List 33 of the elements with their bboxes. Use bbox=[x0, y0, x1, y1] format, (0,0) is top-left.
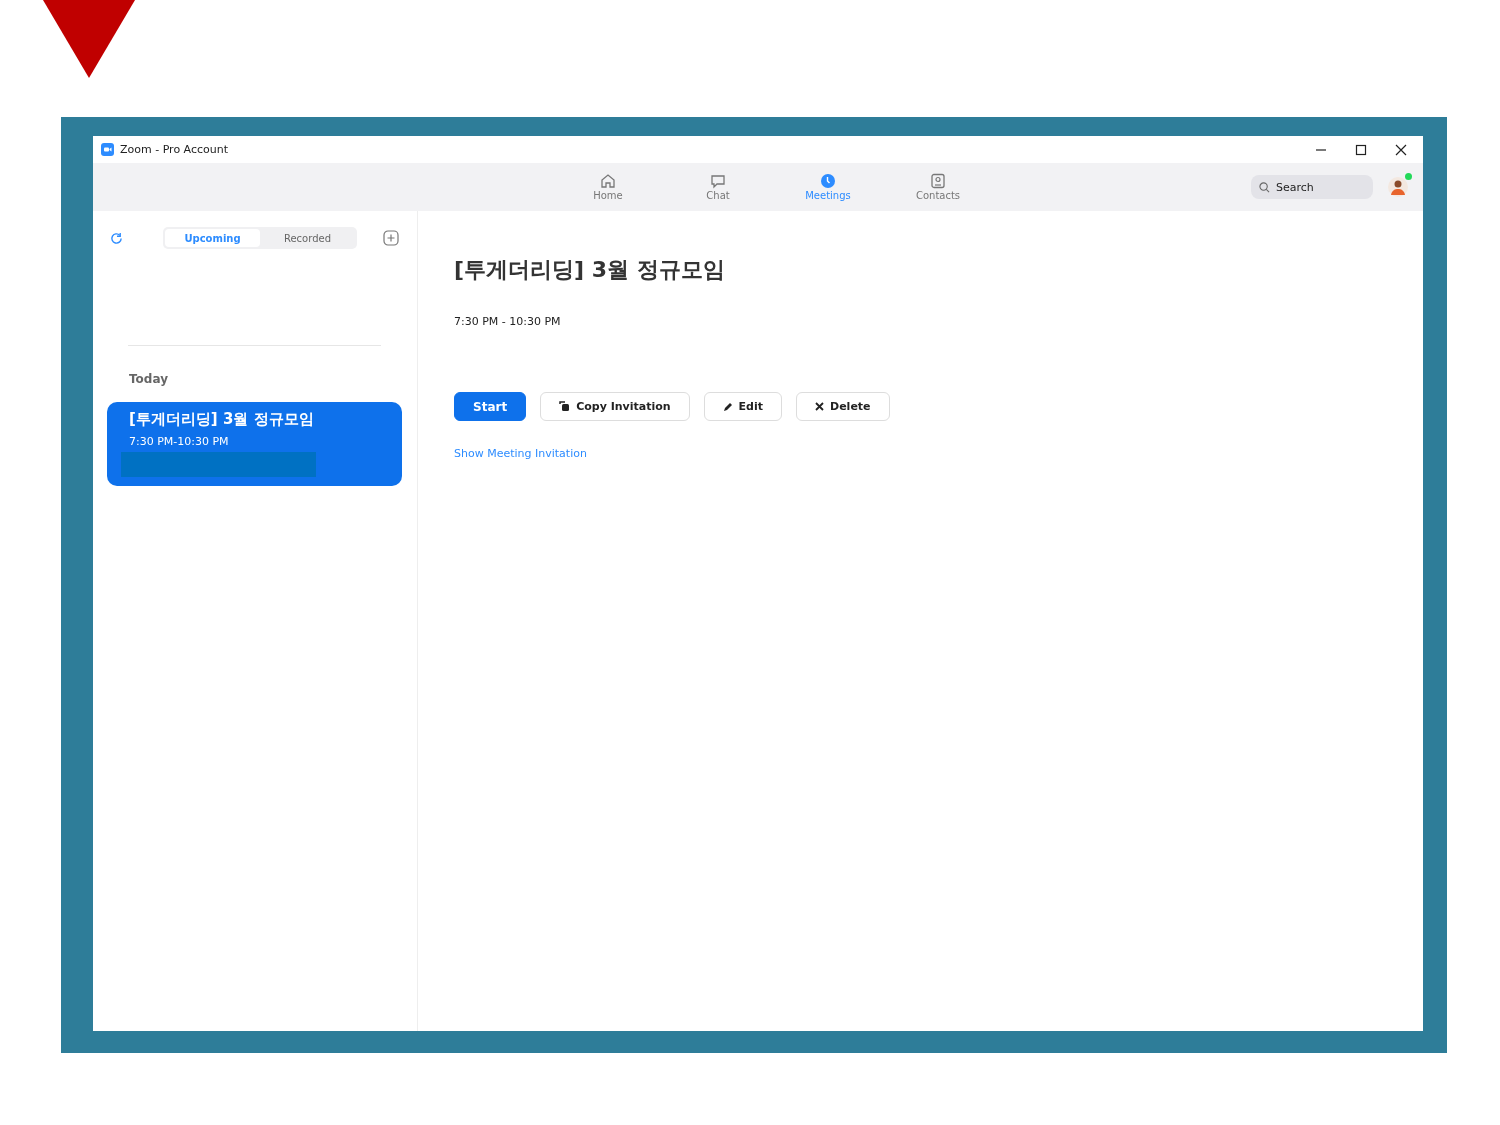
search-field[interactable]: Search bbox=[1251, 175, 1373, 199]
meeting-title: [투게더리딩] 3월 정규모임 bbox=[129, 410, 315, 429]
avatar-icon[interactable] bbox=[1387, 176, 1409, 198]
add-icon[interactable] bbox=[383, 230, 399, 246]
delete-button[interactable]: Delete bbox=[796, 392, 890, 421]
refresh-icon[interactable] bbox=[110, 231, 123, 245]
home-icon bbox=[600, 173, 616, 189]
meeting-card[interactable]: [투게더리딩] 3월 정규모임 7:30 PM-10:30 PM bbox=[107, 402, 402, 486]
search-icon bbox=[1259, 182, 1270, 193]
window-title: Zoom - Pro Account bbox=[120, 143, 229, 156]
copy-button[interactable]: Copy Invitation bbox=[540, 392, 690, 421]
meeting-heading: [투게더리딩] 3월 정규모임 bbox=[454, 256, 726, 284]
copy-icon bbox=[559, 401, 571, 412]
segment-tab[interactable]: Recorded bbox=[260, 229, 355, 247]
nav-tab[interactable]: Chat bbox=[663, 173, 773, 201]
nav-tab[interactable]: Contacts bbox=[883, 173, 993, 201]
chat-icon bbox=[710, 173, 726, 189]
pencil-icon bbox=[722, 401, 733, 412]
section-heading: Today bbox=[129, 372, 169, 386]
close-icon[interactable] bbox=[1395, 143, 1407, 156]
close-icon bbox=[815, 402, 825, 411]
clock-icon bbox=[820, 173, 836, 189]
nav-tab[interactable]: Home bbox=[553, 173, 663, 201]
maximize-icon[interactable] bbox=[1355, 143, 1367, 156]
edit-button[interactable]: Edit bbox=[703, 392, 783, 421]
meeting-time: 7:30 PM-10:30 PM bbox=[129, 435, 230, 448]
show-invitation-link[interactable]: Show Meeting Invitation bbox=[454, 447, 587, 460]
app-logo-icon bbox=[101, 143, 114, 156]
start-button[interactable]: Start bbox=[454, 392, 527, 421]
meeting-time: 7:30 PM - 10:30 PM bbox=[454, 315, 562, 328]
contact-icon bbox=[930, 173, 946, 189]
segment-tab[interactable]: Upcoming bbox=[165, 229, 260, 247]
nav-tab[interactable]: Meetings bbox=[773, 173, 883, 201]
